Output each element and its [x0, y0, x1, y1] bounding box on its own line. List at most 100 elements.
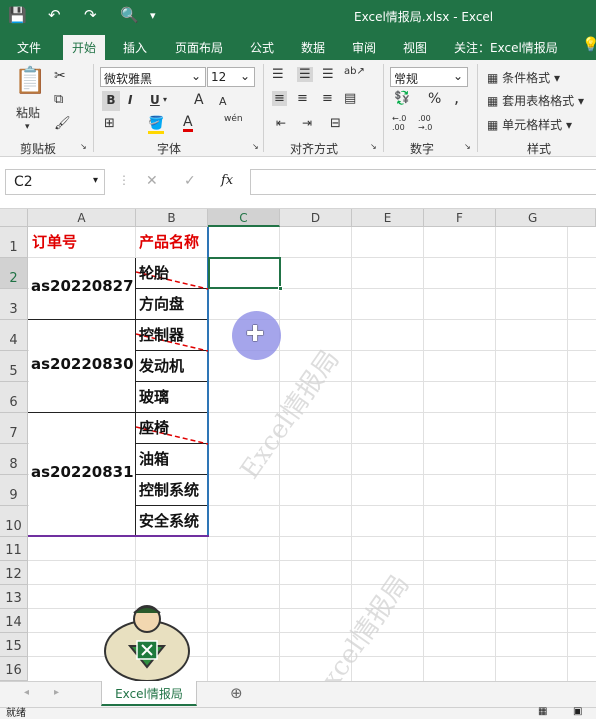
column-header-f[interactable]: F — [424, 209, 496, 227]
fill-color-icon[interactable]: 🪣 — [148, 116, 165, 134]
row-header-16[interactable]: 16 — [0, 657, 28, 681]
cell-product[interactable]: 玻璃 — [139, 386, 169, 407]
undo-icon[interactable]: ↶ — [48, 6, 61, 24]
page-layout-icon[interactable]: ▣ — [573, 706, 582, 717]
align-right-icon[interactable]: ≡ — [322, 91, 333, 106]
tab-home[interactable]: 开始 — [63, 35, 106, 60]
redo-icon[interactable]: ↷ — [84, 6, 97, 24]
comma-button[interactable]: , — [454, 88, 459, 107]
cell-styles-button[interactable]: ▦ 单元格样式 ▾ — [487, 116, 572, 133]
number-launcher-icon[interactable]: ↘ — [464, 142, 471, 151]
cell-product[interactable]: 控制系统 — [139, 479, 199, 500]
tab-file[interactable]: 文件 — [17, 39, 41, 56]
cell-product[interactable]: 控制器 — [139, 324, 184, 345]
row-header-1[interactable]: 1 — [0, 227, 28, 258]
underline-button[interactable]: U — [150, 93, 160, 107]
scroll-right-icon[interactable]: ▸ — [54, 687, 59, 698]
tab-view[interactable]: 视图 — [403, 39, 427, 56]
column-header-g[interactable]: G — [496, 209, 596, 227]
align-launcher-icon[interactable]: ↘ — [370, 142, 377, 151]
tab-data[interactable]: 数据 — [301, 39, 325, 56]
increase-indent-icon[interactable]: ⇥ — [302, 116, 312, 130]
tab-page-layout[interactable]: 页面布局 — [175, 39, 223, 56]
increase-decimal-button[interactable]: ←.0 .00 — [392, 114, 414, 132]
row-header-9[interactable]: 9 — [0, 475, 28, 506]
row-header-5[interactable]: 5 — [0, 351, 28, 382]
align-middle-icon[interactable]: ☰ — [297, 67, 313, 82]
wrap-text-icon[interactable]: ▤ — [344, 91, 356, 106]
shrink-font-button[interactable]: A — [219, 95, 227, 108]
font-name-select[interactable]: 微软雅黑 ⌄ — [100, 67, 206, 87]
font-size-select[interactable]: 12 ⌄ — [207, 67, 255, 87]
row-header-12[interactable]: 12 — [0, 561, 28, 585]
row-header-8[interactable]: 8 — [0, 444, 28, 475]
row-header-15[interactable]: 15 — [0, 633, 28, 657]
insert-function-button[interactable]: fx — [221, 173, 233, 188]
underline-dropdown-icon[interactable]: ▾ — [163, 95, 167, 104]
row-header-2[interactable]: 2 — [0, 258, 28, 289]
cell-order[interactable]: as20220827 — [31, 277, 134, 295]
select-all-corner[interactable] — [0, 209, 28, 227]
copy-icon[interactable]: ⧉ — [54, 92, 63, 107]
percent-button[interactable]: % — [428, 91, 441, 107]
scroll-left-icon[interactable]: ◂ — [24, 687, 29, 698]
tab-formulas[interactable]: 公式 — [250, 39, 274, 56]
enter-icon[interactable]: ✓ — [184, 173, 196, 189]
cell-a1[interactable]: 订单号 — [32, 231, 77, 252]
cell-product[interactable]: 轮胎 — [139, 262, 169, 283]
column-header-e[interactable]: E — [352, 209, 424, 227]
cell-product[interactable]: 油箱 — [139, 448, 169, 469]
tab-review[interactable]: 审阅 — [352, 39, 376, 56]
decrease-indent-icon[interactable]: ⇤ — [276, 116, 286, 130]
tab-insert[interactable]: 插入 — [123, 39, 147, 56]
phonetic-button[interactable]: wén — [224, 114, 243, 124]
cut-icon[interactable]: ✂ — [54, 68, 66, 84]
clipboard-launcher-icon[interactable]: ↘ — [80, 142, 87, 151]
row-header-14[interactable]: 14 — [0, 609, 28, 633]
row-header-10[interactable]: 10 — [0, 506, 28, 537]
worksheet-grid[interactable]: A B C D E F G 1 2 3 4 5 6 7 8 9 10 11 12… — [0, 209, 596, 681]
orientation-icon[interactable]: ab↗ — [344, 66, 365, 77]
align-center-icon[interactable]: ≡ — [297, 91, 308, 106]
conditional-format-button[interactable]: ▦ 条件格式 ▾ — [487, 69, 560, 86]
lightbulb-icon[interactable]: 💡 — [582, 37, 596, 53]
add-sheet-icon[interactable]: ⊕ — [230, 684, 243, 702]
column-header-b[interactable]: B — [136, 209, 208, 227]
save-icon[interactable]: 💾 — [8, 6, 27, 24]
cell-product[interactable]: 座椅 — [139, 417, 169, 438]
cancel-icon[interactable]: ✕ — [146, 173, 158, 189]
cell-order[interactable]: as20220831 — [31, 463, 134, 481]
row-header-11[interactable]: 11 — [0, 537, 28, 561]
sheet-tab-active[interactable]: Excel情报局 — [101, 681, 197, 706]
format-painter-icon[interactable]: 🖌 — [54, 116, 71, 131]
font-color-icon[interactable]: A — [183, 115, 193, 132]
font-launcher-icon[interactable]: ↘ — [252, 142, 259, 151]
print-preview-icon[interactable]: 🔍 — [120, 6, 139, 24]
row-header-4[interactable]: 4 — [0, 320, 28, 351]
cell-order[interactable]: as20220830 — [31, 355, 134, 373]
border-icon[interactable]: ⊞ — [104, 116, 115, 131]
currency-icon[interactable]: 💱 — [394, 91, 410, 106]
active-cell-c2[interactable] — [208, 257, 281, 289]
bold-button[interactable]: B — [102, 91, 120, 111]
cell-product[interactable]: 安全系统 — [139, 510, 199, 531]
align-left-icon[interactable]: ≡ — [272, 91, 287, 106]
paste-dropdown-icon[interactable]: ▾ — [25, 122, 30, 132]
cell-product[interactable]: 方向盘 — [139, 293, 184, 314]
name-box[interactable]: C2 ▾ — [5, 169, 105, 195]
cell-product[interactable]: 发动机 — [139, 355, 184, 376]
row-header-7[interactable]: 7 — [0, 413, 28, 444]
paste-icon[interactable]: 📋 — [14, 66, 46, 96]
merge-center-icon[interactable]: ⊟ — [330, 116, 341, 131]
number-format-select[interactable]: 常规 ⌄ — [390, 67, 468, 87]
column-header-c[interactable]: C — [208, 209, 280, 227]
format-as-table-button[interactable]: ▦ 套用表格格式 ▾ — [487, 92, 584, 109]
tab-follow[interactable]: 关注：Excel情报局 — [454, 39, 558, 56]
fill-handle[interactable] — [278, 286, 283, 291]
decrease-decimal-button[interactable]: .00 →.0 — [418, 114, 440, 132]
row-header-6[interactable]: 6 — [0, 382, 28, 413]
italic-button[interactable]: I — [128, 93, 132, 107]
paste-button[interactable]: 粘贴 — [16, 104, 40, 121]
align-bottom-icon[interactable]: ☰ — [322, 67, 334, 82]
row-header-3[interactable]: 3 — [0, 289, 28, 320]
